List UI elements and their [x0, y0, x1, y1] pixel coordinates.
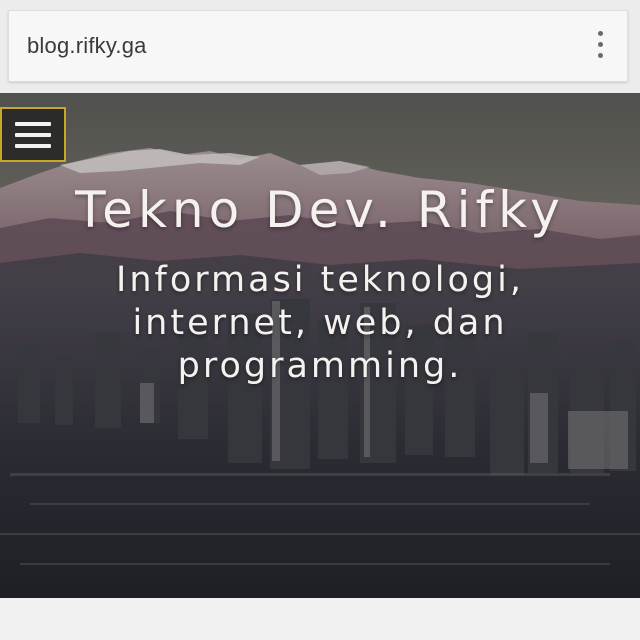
browser-toolbar: blog.rifky.ga: [0, 0, 640, 92]
address-bar[interactable]: blog.rifky.ga: [8, 10, 628, 82]
site-tagline: Informasi teknologi, internet, web, dan …: [116, 260, 524, 386]
more-vert-icon[interactable]: [595, 31, 605, 61]
hero-banner: Tekno Dev. Rifky Informasi teknologi, in…: [0, 93, 640, 598]
site-title[interactable]: Tekno Dev. Rifky: [0, 181, 640, 239]
hamburger-menu-icon[interactable]: [0, 107, 66, 162]
url-text[interactable]: blog.rifky.ga: [27, 33, 147, 59]
page-footer-strip: [0, 598, 640, 640]
